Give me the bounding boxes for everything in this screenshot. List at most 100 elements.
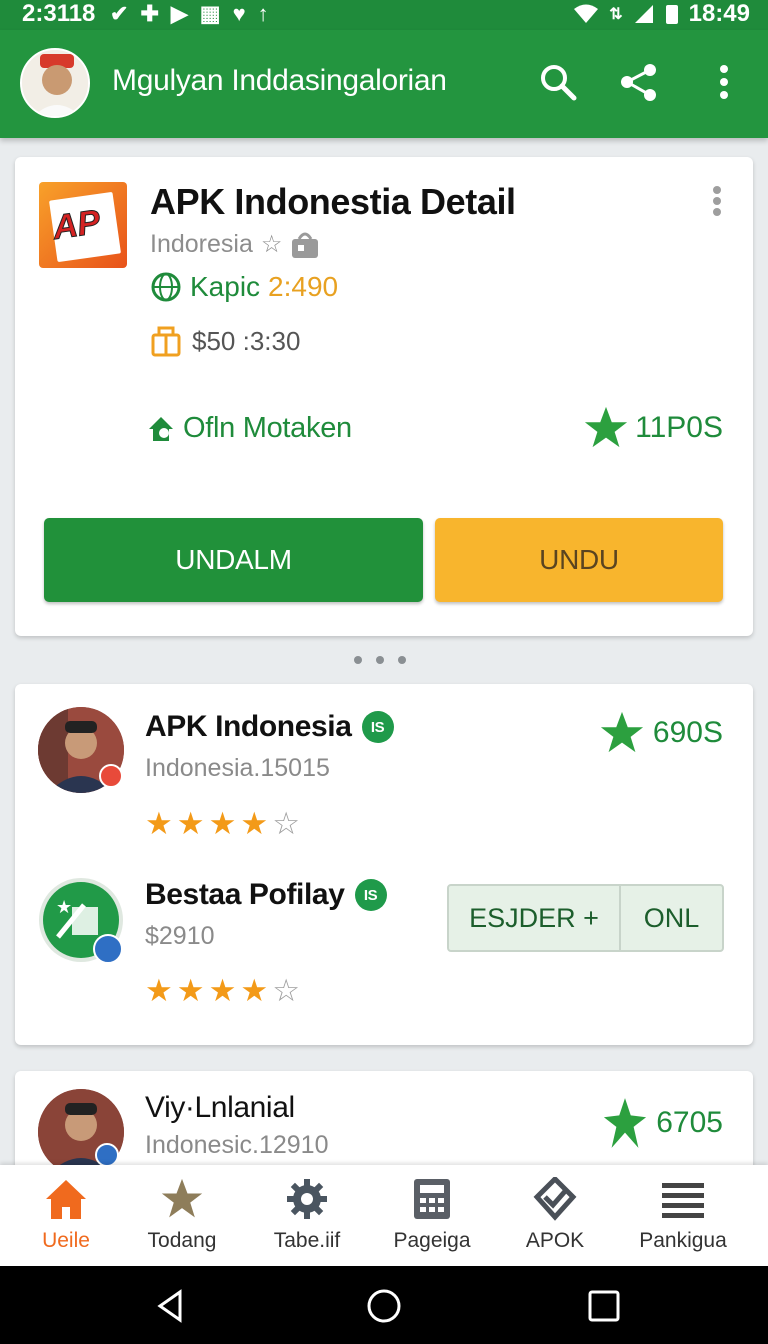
notification-icon: ♥ (232, 1, 246, 26)
notification-icon: ✔ (110, 1, 129, 26)
notification-icon: ↑ (257, 1, 269, 26)
star-icon (600, 711, 644, 753)
list-item-badge (93, 934, 123, 964)
verified-badge-icon: IS (354, 879, 387, 911)
globe-icon (151, 272, 181, 302)
page-dot (398, 656, 406, 664)
nav-item-home[interactable]: Ueile (2, 1177, 130, 1253)
menu-icon (662, 1183, 704, 1218)
list-item-subtitle: Indonesia.15015 (145, 754, 330, 782)
gear-icon (287, 1179, 327, 1219)
kapic-row: Kapic 2:490 (150, 271, 338, 303)
verified-badge-icon: IS (361, 711, 394, 743)
search-icon[interactable] (536, 58, 580, 106)
kapic-value: 2:490 (268, 271, 339, 302)
star-full-icon: ★ (240, 973, 269, 1008)
star-full-icon: ★ (176, 806, 205, 841)
app-title: Mgulyan Inddasingalorian (112, 64, 447, 97)
download-status: Ofln Motaken (145, 412, 352, 445)
star-icon (161, 1178, 203, 1218)
home-circle-icon[interactable] (364, 1286, 404, 1326)
split-button-right[interactable]: ONL (621, 886, 722, 950)
status-time-left: 2:3118 (22, 0, 96, 27)
list-item-title-row: Bestaa Pofilay IS (145, 878, 387, 912)
signal-icon (634, 5, 653, 23)
list-item-title-row: Viy·Lnlanial (145, 1091, 295, 1125)
app-list-card: APK Indonesia IS Indonesia.15015 ★ ★ ★ ★… (15, 684, 753, 1045)
star-icon (585, 406, 628, 448)
status-right: ⇅ 18:49 (573, 0, 750, 28)
battery-icon (665, 5, 678, 24)
split-action-button: ESJDER + ONL (447, 884, 724, 952)
check-badge-icon (533, 1177, 577, 1221)
wifi-icon (574, 4, 599, 23)
detail-rating: 11P0S (583, 405, 723, 451)
list-item-subtitle: Indonesic.12910 (145, 1131, 329, 1159)
star-empty-icon: ☆ (272, 806, 300, 841)
star-full-icon: ★ (208, 806, 237, 841)
price-row: $50 :3:30 (150, 325, 300, 357)
back-icon[interactable] (150, 1286, 190, 1326)
nav-item-pageiga[interactable]: Pageiga (368, 1177, 496, 1253)
kapic-label: Kapic (190, 271, 261, 302)
star-full-icon: ★ (145, 973, 173, 1008)
status-time-right: 18:49 (688, 0, 750, 27)
app-logo: AP (39, 182, 127, 268)
nav-item-apok[interactable]: APOK (491, 1177, 619, 1253)
star-outline-icon: ☆ (260, 231, 283, 258)
star-full-icon: ★ (145, 806, 173, 841)
data-icon: ⇅ (609, 6, 623, 23)
list-item-badge (99, 764, 123, 788)
page-dot (376, 656, 384, 664)
calculator-icon (414, 1179, 450, 1219)
nav-item-settings[interactable]: Tabe.iif (243, 1177, 371, 1253)
star-full-icon: ★ (240, 806, 269, 841)
detail-subtitle-row: Indoresia ☆ (150, 230, 320, 259)
house-download-icon (149, 416, 173, 441)
download-status-label: Ofln Motaken (183, 412, 352, 444)
list-item-subtitle: $2910 (145, 922, 215, 950)
star-full-icon: ★ (176, 973, 205, 1008)
system-navigation-bar (0, 1266, 768, 1344)
star-empty-icon: ☆ (272, 973, 300, 1008)
recents-icon[interactable] (584, 1286, 624, 1326)
status-notification-icons: ✔ ✚ ▶ ▦ ♥ ↑ (110, 1, 269, 27)
bag-icon (292, 232, 319, 258)
price-text: $50 :3:30 (192, 325, 301, 356)
profile-avatar[interactable] (20, 48, 90, 118)
app-bar: Mgulyan Inddasingalorian (0, 30, 768, 138)
list-item-title[interactable]: Bestaa Pofilay (145, 878, 345, 912)
nav-item-todang[interactable]: Todang (118, 1177, 246, 1253)
secondary-download-button[interactable]: UNDU (435, 518, 723, 602)
bottom-navigation: Ueile Todang Tabe.iif Pageiga APOK Panki… (0, 1165, 768, 1266)
notification-icon: ✚ (140, 1, 159, 26)
notification-icon: ▦ (199, 1, 221, 26)
list-item-title[interactable]: APK Indonesia (145, 710, 352, 744)
card-more-icon[interactable] (711, 185, 723, 217)
detail-subtitle: Indoresia (150, 230, 253, 258)
gift-icon (151, 326, 181, 357)
share-icon[interactable] (617, 58, 661, 106)
list-item-rating: 6705 (602, 1095, 723, 1151)
svg-text:★: ★ (56, 897, 72, 918)
split-button-left[interactable]: ESJDER + (449, 886, 621, 950)
notification-icon: ▶ (170, 1, 188, 26)
page-indicator (354, 656, 406, 664)
status-bar: 2:3118 ✔ ✚ ▶ ▦ ♥ ↑ ⇅ 18:49 (0, 0, 768, 30)
page-dot (354, 656, 362, 664)
list-item-rating: 690S (599, 710, 723, 756)
star-rating: ★ ★ ★ ★ ☆ (145, 975, 300, 1006)
star-full-icon: ★ (208, 973, 237, 1008)
home-icon (46, 1180, 86, 1219)
nav-item-pankigua[interactable]: Pankigua (619, 1177, 747, 1253)
detail-rating-value: 11P0S (635, 411, 723, 444)
list-item-badge (95, 1143, 119, 1167)
detail-title: APK Indonestia Detail (150, 181, 516, 222)
primary-download-button[interactable]: UNDALM (44, 518, 423, 602)
list-item-title[interactable]: Viy·Lnlanial (145, 1091, 295, 1125)
more-vert-icon[interactable] (702, 58, 746, 106)
list-item-title-row: APK Indonesia IS (145, 710, 394, 744)
app-detail-card: AP APK Indonestia Detail Indoresia ☆ Kap… (15, 157, 753, 636)
star-rating: ★ ★ ★ ★ ☆ (145, 808, 300, 839)
star-icon (604, 1098, 647, 1148)
